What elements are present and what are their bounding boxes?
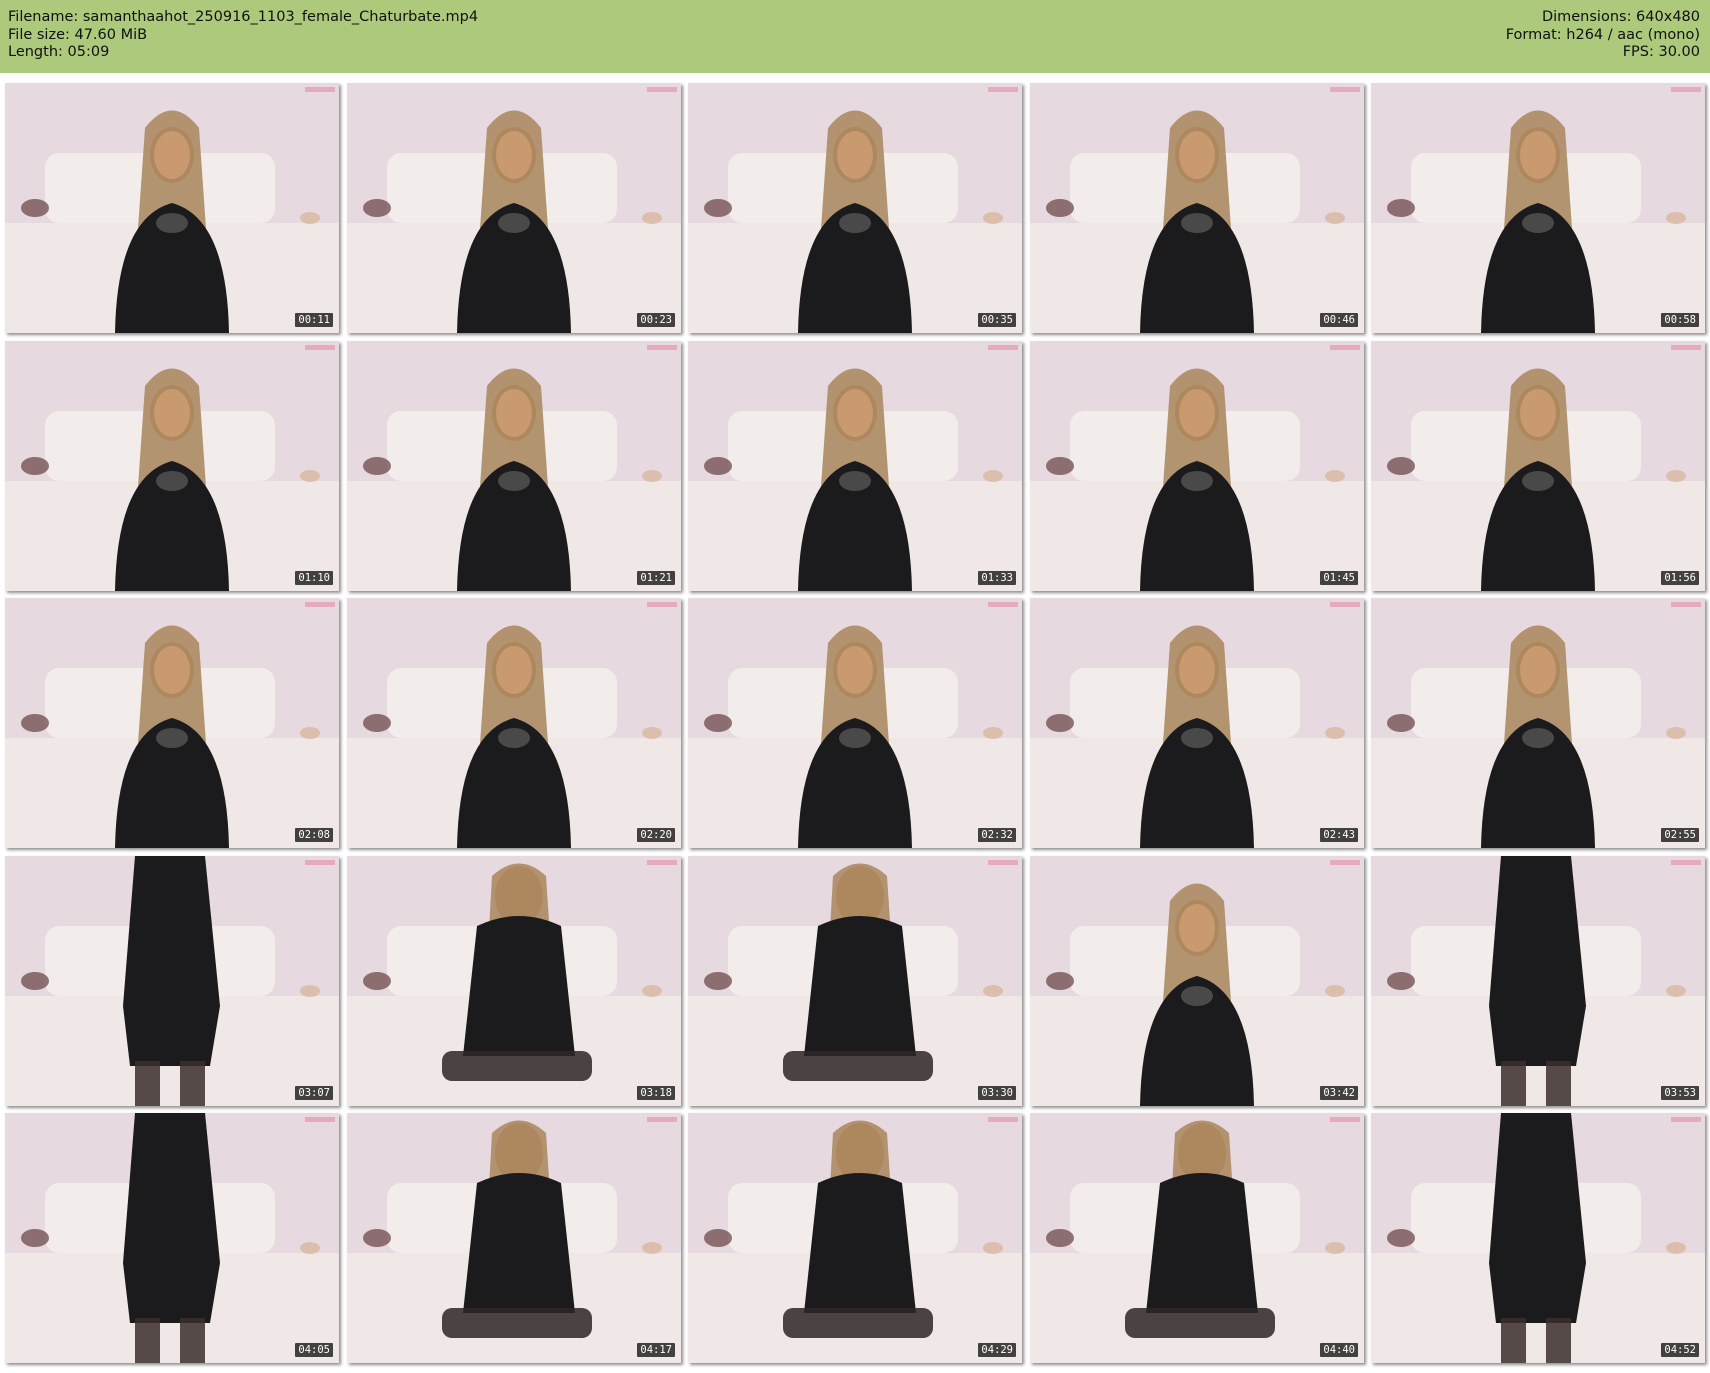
- timestamp-label: 04:52: [1661, 1343, 1699, 1357]
- thumbnail-frame-image: [688, 856, 1022, 1106]
- video-thumbnail: 00:35: [688, 83, 1022, 333]
- video-thumbnail: 01:56: [1371, 341, 1705, 591]
- timestamp-label: 04:17: [637, 1343, 675, 1357]
- thumbnail-frame-image: [688, 1113, 1022, 1363]
- video-thumbnail: 00:58: [1371, 83, 1705, 333]
- timestamp-label: 00:11: [295, 313, 333, 327]
- video-thumbnail: 01:33: [688, 341, 1022, 591]
- video-thumbnail: 00:23: [347, 83, 681, 333]
- video-thumbnail: 03:42: [1030, 856, 1364, 1106]
- thumbnail-frame-image: [688, 341, 1022, 591]
- thumbnail-frame-image: [1371, 856, 1705, 1106]
- video-thumbnail: 03:53: [1371, 856, 1705, 1106]
- video-thumbnail: 04:29: [688, 1113, 1022, 1363]
- thumbnail-grid: 00:11 00:23 00:35 00:46 00:58 01:10 01:21 01:33…: [5, 83, 1709, 1370]
- thumbnail-frame-image: [5, 83, 339, 333]
- video-thumbnail: 01:45: [1030, 341, 1364, 591]
- video-thumbnail: 00:11: [5, 83, 339, 333]
- timestamp-label: 04:40: [1320, 1343, 1358, 1357]
- video-thumbnail: 03:18: [347, 856, 681, 1106]
- timestamp-label: 01:33: [978, 571, 1016, 585]
- video-thumbnail: 02:20: [347, 598, 681, 848]
- thumbnail-frame-image: [1371, 341, 1705, 591]
- video-thumbnail: 03:07: [5, 856, 339, 1106]
- timestamp-label: 03:18: [637, 1086, 675, 1100]
- thumbnail-frame-image: [1371, 1113, 1705, 1363]
- thumbnail-frame-image: [1030, 341, 1364, 591]
- info-header: Filename: samanthaahot_250916_1103_femal…: [0, 0, 1710, 73]
- timestamp-label: 04:29: [978, 1343, 1016, 1357]
- timestamp-label: 01:21: [637, 571, 675, 585]
- length-label: Length: 05:09: [8, 44, 110, 60]
- video-thumbnail: 00:46: [1030, 83, 1364, 333]
- timestamp-label: 02:20: [637, 828, 675, 842]
- video-thumbnail: 04:40: [1030, 1113, 1364, 1363]
- thumbnail-frame-image: [1030, 856, 1364, 1106]
- video-thumbnail: 02:55: [1371, 598, 1705, 848]
- format-label: Format: h264 / aac (mono): [1505, 26, 1700, 43]
- timestamp-label: 00:58: [1661, 313, 1699, 327]
- filename-label: Filename: samanthaahot_250916_1103_femal…: [8, 9, 479, 25]
- thumbnail-frame-image: [347, 1113, 681, 1363]
- timestamp-label: 02:08: [295, 828, 333, 842]
- thumbnail-frame-image: [1030, 598, 1364, 848]
- timestamp-label: 04:05: [295, 1343, 333, 1357]
- thumbnail-frame-image: [1030, 1113, 1364, 1363]
- timestamp-label: 03:42: [1320, 1086, 1358, 1100]
- timestamp-label: 01:10: [295, 571, 333, 585]
- thumbnail-frame-image: [688, 598, 1022, 848]
- video-thumbnail: 04:17: [347, 1113, 681, 1363]
- thumbnail-frame-image: [1371, 598, 1705, 848]
- thumbnail-frame-image: [1030, 83, 1364, 333]
- dimensions-label: Dimensions: 640x480: [1541, 9, 1700, 25]
- file-info: Filename: samanthaahot_250916_1103_femal…: [8, 9, 478, 62]
- timestamp-label: 00:35: [978, 313, 1016, 327]
- timestamp-label: 01:45: [1320, 571, 1358, 585]
- thumbnail-frame-image: [1371, 83, 1705, 333]
- timestamp-label: 01:56: [1661, 571, 1699, 585]
- thumbnail-frame-image: [347, 856, 681, 1106]
- stream-info: Dimensions: 640x480 Format: h264 / aac (…: [1506, 9, 1700, 62]
- thumbnail-frame-image: [5, 341, 339, 591]
- video-thumbnail: 01:10: [5, 341, 339, 591]
- thumbnail-frame-image: [5, 1113, 339, 1363]
- timestamp-label: 02:55: [1661, 828, 1699, 842]
- timestamp-label: 03:07: [295, 1086, 333, 1100]
- video-thumbnail: 03:30: [688, 856, 1022, 1106]
- thumbnail-frame-image: [5, 856, 339, 1106]
- video-thumbnail: 04:52: [1371, 1113, 1705, 1363]
- filesize-label: File size: 47.60 MiB: [8, 26, 148, 43]
- video-thumbnail: 02:43: [1030, 598, 1364, 848]
- video-thumbnail: 01:21: [347, 341, 681, 591]
- timestamp-label: 02:43: [1320, 828, 1358, 842]
- timestamp-label: 03:30: [978, 1086, 1016, 1100]
- thumbnail-frame-image: [688, 83, 1022, 333]
- thumbnail-frame-image: [347, 83, 681, 333]
- thumbnail-frame-image: [5, 598, 339, 848]
- thumbnail-frame-image: [347, 341, 681, 591]
- fps-label: FPS: 30.00: [1622, 44, 1700, 60]
- timestamp-label: 03:53: [1661, 1086, 1699, 1100]
- timestamp-label: 00:23: [637, 313, 675, 327]
- video-thumbnail: 02:32: [688, 598, 1022, 848]
- thumbnail-frame-image: [347, 598, 681, 848]
- timestamp-label: 02:32: [978, 828, 1016, 842]
- timestamp-label: 00:46: [1320, 313, 1358, 327]
- video-thumbnail: 04:05: [5, 1113, 339, 1363]
- video-thumbnail: 02:08: [5, 598, 339, 848]
